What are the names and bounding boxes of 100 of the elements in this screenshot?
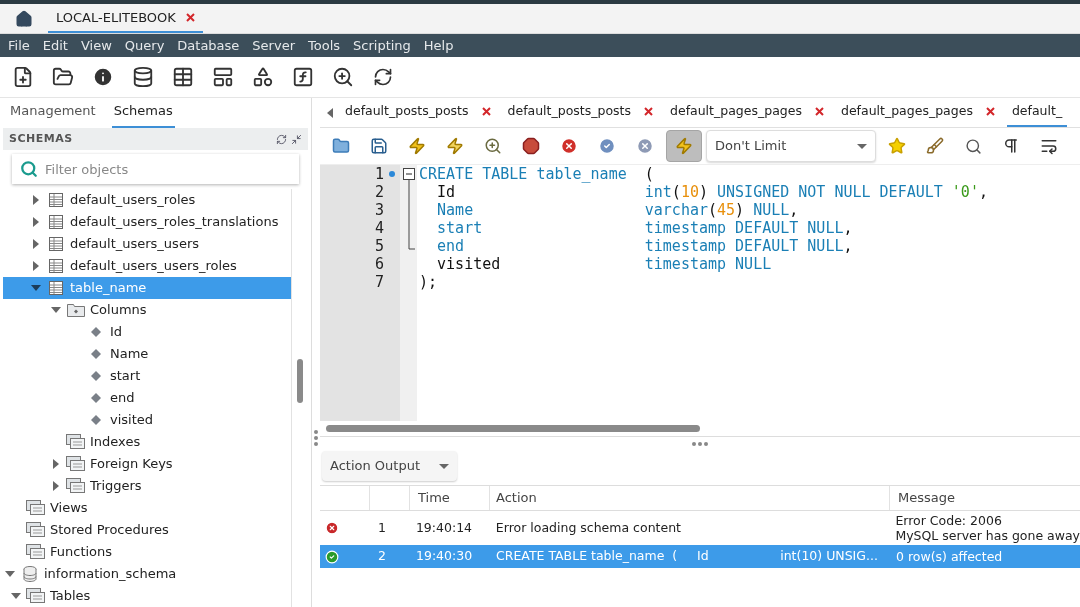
code-editor[interactable]: 1 2 3 4 5 6 7 CREATE TABLE table_name ( Id int(10) UNSIGNED NOT NULL DEFAULT '0', Name varchar(45) NULL, start timestamp DEFAULT NULL, end timestamp DEFAULT NULL, visited timestamp NULL ); [320,164,1080,421]
tab-label: LOCAL-ELITEBOOK [56,8,176,27]
tree-label: Functions [50,543,113,562]
fold-marker-icon[interactable] [403,168,416,250]
folder-icon [66,478,86,494]
folder-icon [26,522,46,538]
line-number: 6 [374,255,384,273]
editor-tab[interactable]: default_posts_posts [502,98,658,127]
table-icon [49,259,63,273]
folder-icon [66,456,86,472]
close-icon[interactable] [644,107,653,116]
tree-item[interactable]: Triggers [3,475,291,497]
tree-item[interactable]: end [3,387,291,409]
collapse-icon[interactable] [291,133,302,145]
folder-icon [26,588,46,604]
tree-item[interactable]: Name [3,343,291,365]
sidebar-tab[interactable]: Management [8,100,98,128]
collapsed-arrow-icon[interactable] [53,481,59,491]
folder-icon [26,544,46,560]
tree-item[interactable]: Indexes [3,431,291,453]
menu-item[interactable]: Query [124,35,165,56]
menu-item[interactable]: View [80,35,112,56]
tree-item[interactable]: Tables [3,585,291,607]
refresh-icon[interactable] [276,133,287,145]
panel-title: SCHEMAS [9,130,73,147]
tree-label: Views [50,499,88,518]
tree-item[interactable]: Stored Procedures [3,519,291,541]
expanded-arrow-icon[interactable] [11,593,21,599]
tree-item[interactable]: information_schema [3,563,291,585]
tree-item[interactable]: Foreign Keys [3,453,291,475]
tree-label: Columns [90,301,147,320]
column-header: Action [490,486,890,510]
table-cell-text: Error Code: 2006 MySQL server has gone away [894,513,1080,543]
close-icon[interactable] [985,107,995,116]
editor-tab[interactable]: default_ [1006,98,1068,127]
filter-field[interactable]: Filter objects [12,154,299,184]
tree-item[interactable]: Columns [3,299,291,321]
success-icon [325,549,339,564]
tree-item[interactable]: Functions [3,541,291,563]
tab-label: default_pages_pages [840,102,973,121]
collapsed-arrow-icon[interactable] [33,195,39,205]
table-cell-text: Error loading schema content [494,518,682,537]
menu-item[interactable]: Database [177,35,240,56]
tree-item[interactable]: default_users_users_roles [3,255,291,277]
tree-item[interactable]: visited [3,409,291,431]
splitter-handle-icon[interactable] [692,442,708,446]
collapsed-arrow-icon[interactable] [33,217,39,227]
menu-item[interactable]: File [8,35,30,56]
tree-label: default_users_users [70,235,199,254]
editor-tab[interactable]: default_pages_pages [665,98,829,127]
splitter-handle-icon[interactable] [314,429,318,446]
editor-tab[interactable]: default_pages_pages [835,98,1000,127]
tree-item[interactable]: Id [3,321,291,343]
output-selector[interactable]: Action Output [322,451,457,481]
editor-tab[interactable]: default_posts_posts [340,98,496,127]
expanded-arrow-icon[interactable] [5,571,15,577]
menu-item[interactable]: Server [252,35,295,56]
collapsed-arrow-icon[interactable] [33,239,39,249]
autocommit-toggle[interactable] [666,130,702,162]
code-line: visited timestamp NULL [436,255,773,273]
expanded-arrow-icon[interactable] [31,285,41,291]
tree-item[interactable]: default_users_roles_translations [3,211,291,233]
collapsed-arrow-icon[interactable] [33,261,39,271]
home-icon [15,9,33,28]
tree-item[interactable]: Views [3,497,291,519]
column-header: Message [897,489,956,508]
tree-label: Foreign Keys [90,455,173,474]
menu-item[interactable]: Tools [308,35,341,56]
tree-item[interactable]: default_users_roles [3,189,291,211]
menu-item[interactable]: Scripting [353,35,411,56]
tree-item[interactable]: start [3,365,291,387]
scrollbar-thumb[interactable] [326,425,700,432]
scrollbar-thumb[interactable] [297,359,303,403]
table-cell-text: 19:40:14 [414,518,474,537]
diamond-icon [91,327,101,337]
caret-icon [857,143,867,149]
scroll-left-icon[interactable] [327,107,333,118]
output-row[interactable]: 1 19:40:14 Error loading schema content Error Code: 2006 MySQL server has gone away [320,511,1080,545]
close-icon[interactable] [814,107,824,116]
folder-icon [26,500,46,516]
collapsed-arrow-icon[interactable] [53,459,59,469]
tree-label: default_users_users_roles [70,257,237,276]
tree-label: default_users_roles [70,191,196,210]
menu-item[interactable]: Edit [42,35,68,56]
menu-item[interactable]: Help [423,35,454,56]
tab-label: default_pages_pages [670,102,802,121]
close-icon[interactable] [185,13,195,22]
tab-label: default_posts_posts [345,102,469,121]
code-line: Name varchar(45) NULL, [436,201,800,219]
limit-dropdown[interactable]: Don't Limit [706,130,876,162]
table-cell-text: 0 row(s) affected [895,549,1004,564]
tree-label: Name [110,345,149,364]
table-icon [49,281,63,295]
close-icon[interactable] [481,107,491,116]
tree-item[interactable]: default_users_users [3,233,291,255]
line-number: 1 [374,165,384,183]
tree-label: end [110,389,135,408]
folder-icon [67,303,85,317]
expanded-arrow-icon[interactable] [51,307,61,313]
tab-label: default_posts_posts [507,102,631,121]
